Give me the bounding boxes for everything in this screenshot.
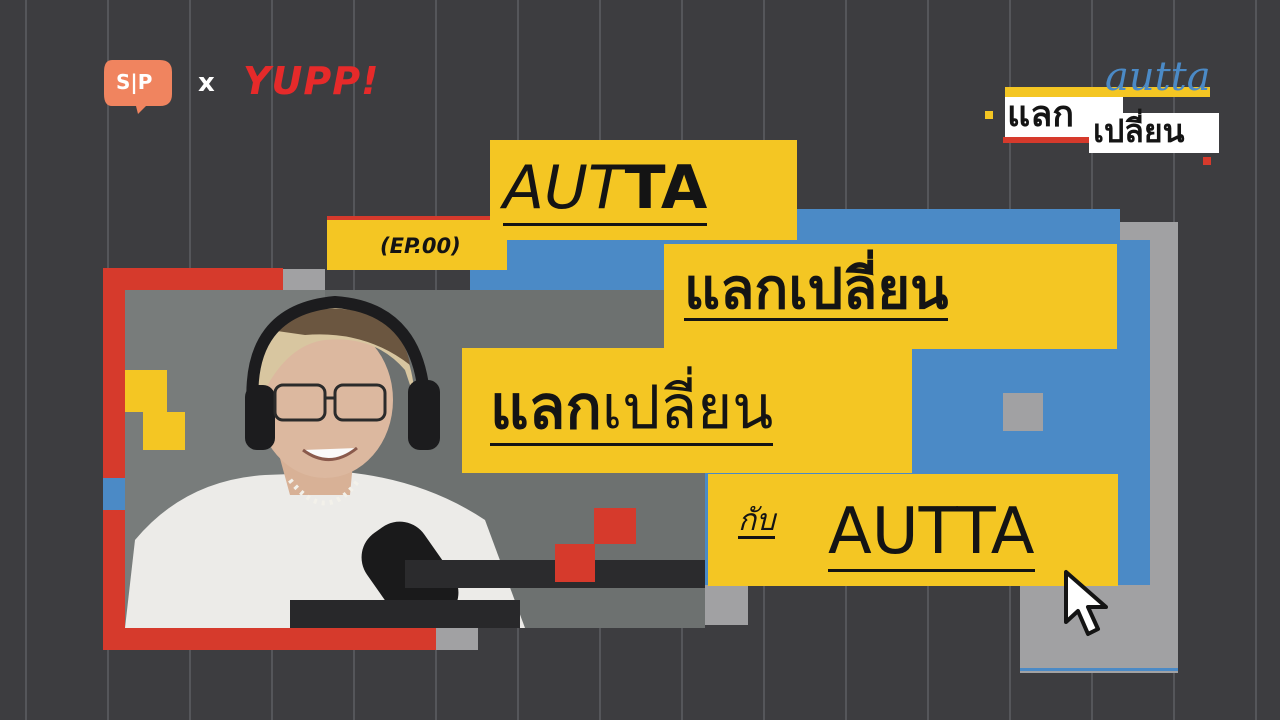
- with-word: กับ: [738, 503, 776, 539]
- episode-label: (EP.00): [380, 234, 461, 258]
- yupp-logo: YUPP!: [243, 59, 380, 103]
- headline-line2: แลกเปลี่ยน: [684, 257, 949, 322]
- gray-block-bottom-center: [705, 585, 748, 625]
- brand-cross: x: [198, 68, 215, 98]
- gray-square-center: [1003, 393, 1043, 431]
- blue-block-top: [797, 209, 1120, 241]
- headline-line3-bold: แลก: [490, 373, 602, 446]
- sp-logo-icon: S|P: [102, 56, 178, 116]
- thumbnail-canvas: AUTTA (EP.00) แลกเปลี่ยน แลกเปลี่ยน กับ …: [0, 0, 1280, 720]
- autta2-prefix: AUT: [828, 495, 957, 572]
- red-pixel-2: [555, 544, 595, 582]
- series-logo: แลก เปลี่ยน autta: [985, 55, 1220, 170]
- red-line-ep: [327, 216, 507, 220]
- blue-thin-line: [1020, 668, 1178, 671]
- red-frame-left: [103, 268, 125, 650]
- blue-frame-accent: [103, 478, 125, 510]
- headline-line3: แลกเปลี่ยน: [490, 373, 774, 446]
- gray-square-top: [283, 269, 325, 291]
- autta-title: AUTTA: [503, 153, 708, 226]
- headline-line3-light: เปลี่ยน: [601, 373, 774, 446]
- yellow-pixel-2: [143, 412, 185, 450]
- red-frame-bottom: [103, 628, 436, 650]
- series-logo-line1: แลก: [1007, 94, 1075, 135]
- series-logo-script: autta: [1105, 54, 1211, 100]
- mouse-pointer-icon: [1060, 568, 1116, 640]
- yellow-pixel-1: [125, 370, 167, 412]
- autta-prefix: AUT: [503, 153, 625, 226]
- series-logo-dot-yellow: [985, 111, 993, 119]
- red-pixel-1: [594, 508, 636, 544]
- sp-logo-text: S|P: [116, 70, 153, 94]
- red-frame-top: [103, 268, 283, 290]
- series-logo-dot-red: [1203, 157, 1211, 165]
- autta-title-2: AUTTA: [828, 495, 1035, 572]
- autta-suffix: TA: [624, 153, 708, 226]
- series-logo-line2: เปลี่ยน: [1093, 112, 1185, 150]
- autta2-suffix: TA: [956, 495, 1035, 572]
